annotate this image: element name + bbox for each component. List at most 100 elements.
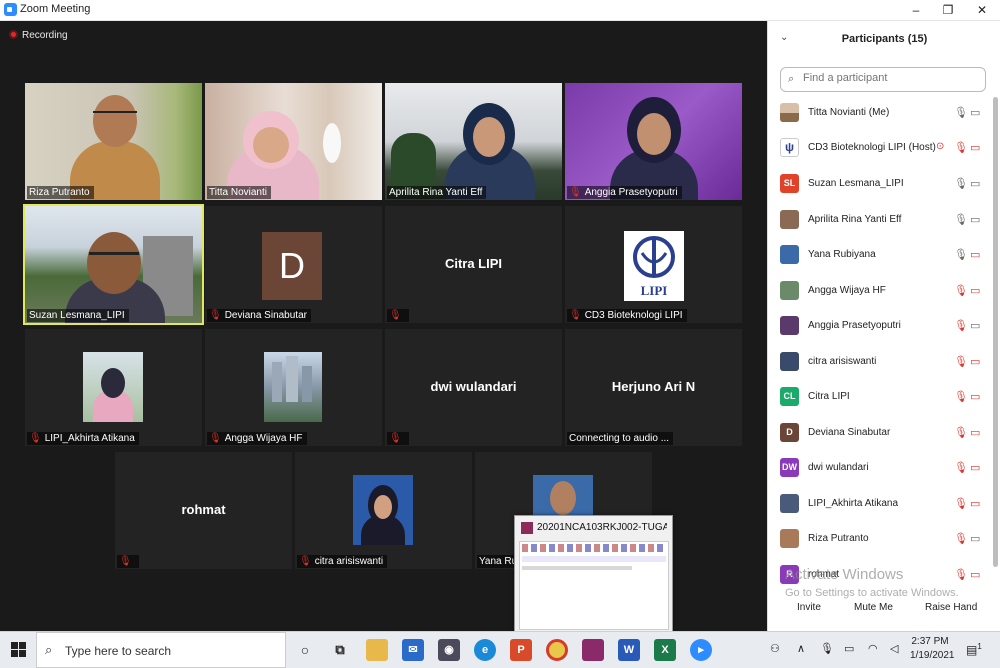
muted-mic-icon: 🎙 [299, 556, 312, 567]
shared-window-preview[interactable]: 20201NCA103RKJ002-TUGAS P... [514, 515, 673, 633]
participant-row[interactable]: Angga Wijaya HF 🎙 ▭ [768, 275, 993, 310]
video-tile[interactable]: 🎙Riza Putranto [25, 83, 202, 200]
mic-off-icon[interactable]: 🎙 [954, 319, 968, 332]
participant-row[interactable]: CL Citra LIPI 🎙 ▭ [768, 381, 993, 416]
participant-name: Titta Novianti (Me) [808, 107, 890, 118]
video-tile[interactable]: rohmat 🎙 [115, 452, 292, 569]
invite-button[interactable]: Invite [797, 602, 821, 613]
file-explorer-icon[interactable] [366, 639, 388, 661]
powerpoint-icon[interactable]: P [510, 639, 532, 661]
mic-off-icon[interactable]: 🎙 [954, 497, 968, 510]
mic-off-icon[interactable]: 🎙 [954, 390, 968, 403]
task-view-icon[interactable]: ⧉ [329, 639, 351, 661]
avatar: SL [780, 174, 799, 193]
mic-off-icon[interactable]: 🎙 [954, 426, 968, 439]
search-input[interactable] [801, 71, 975, 85]
video-tile[interactable]: LIPI 🎙 CD3 Bioteknologi LIPI [565, 206, 742, 323]
excel-icon[interactable]: X [654, 639, 676, 661]
chevron-up-icon[interactable]: ∧ [797, 642, 805, 655]
camera-off-icon[interactable]: ▭ [970, 141, 980, 154]
mic-off-icon[interactable]: 🎙 [954, 141, 968, 154]
camera-off-icon[interactable]: ▭ [970, 426, 980, 439]
avatar [780, 245, 799, 264]
video-tile[interactable]: Aprilita Rina Yanti Eff [385, 83, 562, 200]
taskbar-clock[interactable]: 2:37 PM 1/19/2021 [910, 635, 955, 663]
video-tile[interactable]: 🎙 citra arisiswanti [295, 452, 472, 569]
edge-icon[interactable]: e [474, 639, 496, 661]
chrome-icon[interactable] [546, 639, 568, 661]
recording-label: Recording [22, 30, 68, 41]
camera-off-icon[interactable]: ▭ [970, 497, 980, 510]
participant-row[interactable]: Yana Rubiyana 🎙 ▭ [768, 239, 993, 274]
mail-icon[interactable]: ✉ [402, 639, 424, 661]
raise-hand-button[interactable]: Raise Hand [925, 602, 977, 613]
participant-search[interactable]: ⌕ [780, 67, 986, 92]
video-tile[interactable]: Citra LIPI 🎙 [385, 206, 562, 323]
video-tile[interactable]: 🎙 LIPI_Akhirta Atikana [25, 329, 202, 446]
camera-off-icon[interactable]: ▭ [970, 248, 980, 261]
mic-off-icon[interactable]: 🎙 [954, 568, 968, 581]
camera-off-icon[interactable]: ▭ [970, 355, 980, 368]
participant-row[interactable]: SL Suzan Lesmana_LIPI 🎙 ▭ [768, 168, 993, 203]
participant-row[interactable]: LIPI_Akhirta Atikana 🎙 ▭ [768, 488, 993, 523]
wifi-icon[interactable]: ◠ [868, 642, 878, 655]
mic-off-icon[interactable]: 🎙 [954, 532, 968, 545]
battery-icon[interactable]: ▭ [844, 642, 854, 655]
mic-on-icon[interactable]: 🎙 [954, 177, 968, 190]
word-icon[interactable]: W [618, 639, 640, 661]
participant-row[interactable]: Aprilita Rina Yanti Eff 🎙 ▭ [768, 204, 993, 239]
mic-on-icon[interactable]: 🎙 [954, 106, 968, 119]
recording-indicator[interactable]: Recording [9, 30, 68, 41]
mic-tray-icon[interactable]: 🎙 [820, 642, 834, 655]
participant-row[interactable]: citra arisiswanti 🎙 ▭ [768, 346, 993, 381]
camera-on-icon[interactable]: ▭ [970, 532, 980, 545]
participant-row[interactable]: DW dwi wulandari 🎙 ▭ [768, 452, 993, 487]
video-tile[interactable]: D 🎙 Deviana Sinabutar [205, 206, 382, 323]
camera-on-icon[interactable]: ▭ [970, 213, 980, 226]
recording-icon [9, 30, 18, 39]
participants-footer: Invite Mute Me Raise Hand [768, 596, 1000, 626]
participant-row[interactable]: ψ CD3 Bioteknologi LIPI (Host) ⊙ 🎙 ▭ [768, 132, 993, 167]
recording-icon: ⊙ [936, 141, 945, 152]
video-tile[interactable]: 🎙 Angga Wijaya HF [205, 329, 382, 446]
maximize-button[interactable]: ❐ [931, 0, 965, 20]
mic-off-icon[interactable]: 🎙 [954, 355, 968, 368]
camera-off-icon[interactable]: ▭ [970, 390, 980, 403]
camera-icon[interactable]: ◉ [438, 639, 460, 661]
video-tile[interactable]: Titta Novianti [205, 83, 382, 200]
participant-row[interactable]: D Deviana Sinabutar 🎙 ▭ [768, 417, 993, 452]
volume-icon[interactable]: ◁ [890, 642, 898, 655]
camera-on-icon[interactable]: ▭ [970, 177, 980, 190]
mic-on-icon[interactable]: 🎙 [954, 248, 968, 261]
video-tile[interactable]: dwi wulandari 🎙 [385, 329, 562, 446]
video-tile-active-speaker[interactable]: Suzan Lesmana_LIPI [23, 204, 204, 325]
tile-name-label: 🎙 Deviana Sinabutar [207, 309, 311, 322]
notification-icon[interactable]: ▤1 [966, 642, 982, 657]
minimize-button[interactable]: – [899, 0, 933, 20]
participants-panel: ⌄ Participants (15) ⌕ Titta Novianti (Me… [767, 21, 1000, 631]
close-button[interactable]: ✕ [965, 0, 999, 20]
video-tile[interactable]: Herjuno Ari N Connecting to audio ... [565, 329, 742, 446]
participant-row[interactable]: Riza Putranto 🎙 ▭ [768, 523, 993, 558]
zoom-icon[interactable]: ▸ [690, 639, 712, 661]
muted-mic-icon: 🎙 [389, 433, 402, 444]
camera-off-icon[interactable]: ▭ [970, 284, 980, 297]
video-tile[interactable]: 🎙 Anggia Prasetyoputri [565, 83, 742, 200]
camera-off-icon[interactable]: ▭ [970, 568, 980, 581]
mute-me-button[interactable]: Mute Me [854, 602, 893, 613]
camera-on-icon[interactable]: ▭ [970, 319, 980, 332]
mic-on-icon[interactable]: 🎙 [954, 213, 968, 226]
windows-start-icon[interactable] [11, 642, 26, 662]
mic-off-icon[interactable]: 🎙 [954, 461, 968, 474]
taskbar-search[interactable]: ⌕ Type here to search [36, 632, 286, 668]
tile-center-name: Herjuno Ari N [611, 379, 696, 394]
camera-on-icon[interactable]: ▭ [970, 106, 980, 119]
people-icon[interactable]: ⚇ [770, 642, 780, 655]
cortana-icon[interactable]: ○ [294, 639, 316, 661]
participant-row[interactable]: Titta Novianti (Me) 🎙 ▭ [768, 97, 993, 132]
participant-list-scrollbar[interactable] [993, 97, 998, 567]
mic-off-icon[interactable]: 🎙 [954, 284, 968, 297]
participant-row[interactable]: Anggia Prasetyoputri 🎙 ▭ [768, 310, 993, 345]
winrar-icon[interactable] [582, 639, 604, 661]
camera-off-icon[interactable]: ▭ [970, 461, 980, 474]
